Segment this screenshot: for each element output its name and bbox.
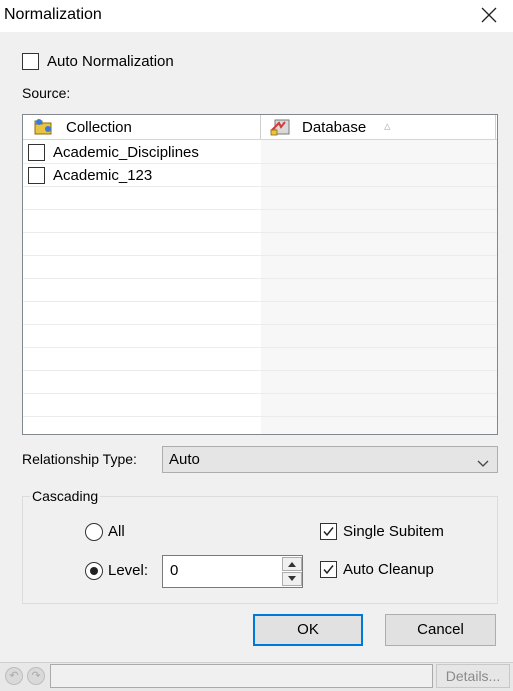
source-label: Source: bbox=[22, 85, 71, 101]
column-divider-end bbox=[495, 115, 496, 139]
checkmark-icon bbox=[323, 565, 334, 575]
status-text-field bbox=[50, 664, 433, 688]
grid-line bbox=[23, 347, 497, 348]
grid-line bbox=[23, 186, 497, 187]
level-increment-button[interactable] bbox=[282, 557, 302, 571]
column-header-database-label: Database bbox=[302, 119, 367, 136]
auto-normalization-label: Auto Normalization bbox=[47, 53, 174, 70]
table-row[interactable]: Academic_123 bbox=[23, 164, 497, 186]
close-icon[interactable] bbox=[478, 4, 500, 26]
radio-level[interactable] bbox=[85, 562, 103, 580]
cancel-button[interactable]: Cancel bbox=[385, 614, 496, 646]
radio-all-label: All bbox=[108, 523, 125, 540]
sort-ascending-icon: ▵ bbox=[384, 118, 391, 133]
level-input-value: 0 bbox=[170, 562, 179, 579]
radio-level-label: Level: bbox=[108, 562, 149, 579]
redo-icon[interactable]: ↷ bbox=[27, 667, 45, 685]
column-header-database[interactable]: Database ▵ bbox=[261, 115, 497, 139]
grid-line bbox=[23, 416, 497, 417]
database-icon bbox=[270, 118, 292, 140]
relationship-type-value: Auto bbox=[169, 451, 200, 468]
ok-button[interactable]: OK bbox=[253, 614, 363, 646]
auto-cleanup-label: Auto Cleanup bbox=[343, 561, 434, 578]
chevron-down-icon bbox=[477, 455, 489, 472]
grid-line bbox=[23, 255, 497, 256]
row-checkbox[interactable] bbox=[28, 167, 45, 184]
checkmark-icon bbox=[323, 527, 334, 537]
grid-line bbox=[23, 370, 497, 371]
collection-icon bbox=[33, 118, 55, 140]
column-header-collection[interactable]: Collection bbox=[23, 115, 260, 139]
cascading-legend: Cascading bbox=[30, 488, 101, 504]
grid-line bbox=[23, 324, 497, 325]
grid-line bbox=[23, 393, 497, 394]
window-title: Normalization bbox=[4, 6, 102, 23]
table-header: Collection Database ▵ bbox=[23, 115, 497, 140]
triangle-down-icon bbox=[288, 576, 296, 581]
undo-icon[interactable]: ↶ bbox=[5, 667, 23, 685]
single-subitem-checkbox[interactable] bbox=[320, 523, 337, 540]
table-row[interactable]: Academic_Disciplines bbox=[23, 141, 497, 163]
source-table[interactable]: Collection Database ▵ Academic_Disciplin… bbox=[22, 114, 498, 435]
triangle-up-icon bbox=[288, 562, 296, 567]
grid-line bbox=[23, 301, 497, 302]
row-collection-name: Academic_Disciplines bbox=[53, 144, 199, 161]
auto-normalization-checkbox[interactable] bbox=[22, 53, 39, 70]
relationship-type-select[interactable]: Auto bbox=[162, 446, 498, 473]
grid-line bbox=[23, 209, 497, 210]
radio-all[interactable] bbox=[85, 523, 103, 541]
radio-selected-dot bbox=[90, 567, 98, 575]
grid-line bbox=[23, 278, 497, 279]
column-header-collection-label: Collection bbox=[66, 119, 132, 136]
level-decrement-button[interactable] bbox=[282, 572, 302, 586]
row-collection-name: Academic_123 bbox=[53, 167, 153, 184]
row-checkbox[interactable] bbox=[28, 144, 45, 161]
auto-cleanup-checkbox[interactable] bbox=[320, 561, 337, 578]
relationship-type-label: Relationship Type: bbox=[22, 451, 137, 467]
grid-line bbox=[23, 232, 497, 233]
single-subitem-label: Single Subitem bbox=[343, 523, 444, 540]
details-button[interactable]: Details... bbox=[436, 664, 510, 688]
